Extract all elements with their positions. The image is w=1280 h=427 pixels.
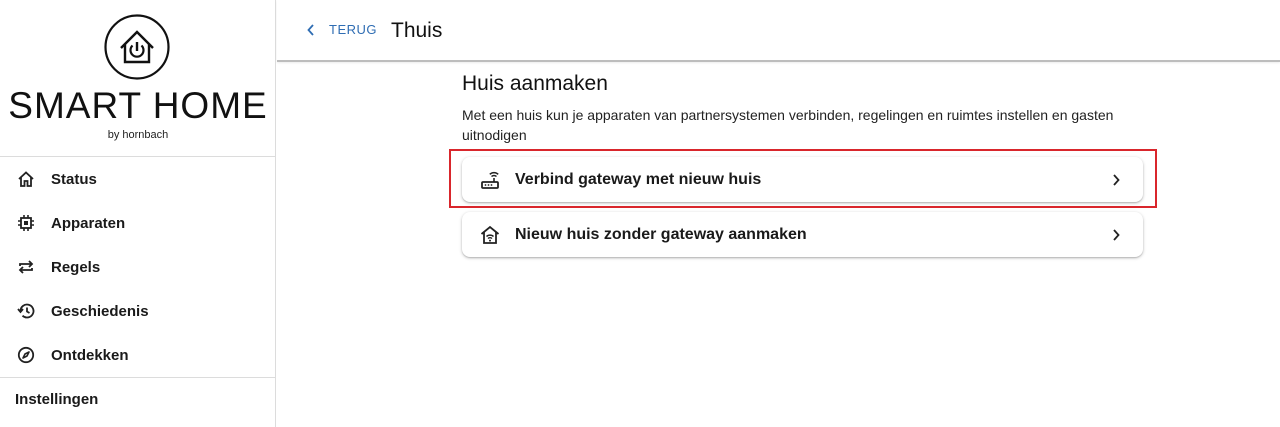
sidebar-item-label: Apparaten: [51, 214, 126, 232]
sidebar-item-label: Status: [51, 170, 97, 188]
sidebar-item-instellingen[interactable]: Instellingen: [15, 391, 98, 408]
sidebar-item-label: Ontdekken: [51, 346, 129, 364]
sidebar-item-label: Regels: [51, 258, 101, 276]
chevron-left-icon: [307, 23, 314, 36]
section-title: Huis aanmaken: [462, 72, 608, 95]
sidebar-item-status[interactable]: Status: [0, 157, 276, 201]
option-label: Verbind gateway met nieuw huis: [515, 170, 762, 188]
sidebar-item-label: Geschiedenis: [51, 302, 149, 320]
compass-icon: [16, 345, 36, 365]
sidebar-nav: Status Apparaten Regels Geschiedenis Ont…: [0, 157, 276, 377]
sidebar-item-apparaten[interactable]: Apparaten: [0, 201, 276, 245]
logo-subtitle: by hornbach: [107, 129, 169, 141]
chip-icon: [16, 213, 36, 233]
new-house-without-gateway-option[interactable]: Nieuw huis zonder gateway aanmaken: [462, 212, 1143, 257]
sidebar-item-regels[interactable]: Regels: [0, 245, 276, 289]
sidebar-item-geschiedenis[interactable]: Geschiedenis: [0, 289, 276, 333]
home-icon: [16, 169, 36, 189]
sidebar-divider: [0, 377, 276, 378]
option-label: Nieuw huis zonder gateway aanmaken: [515, 225, 807, 243]
sidebar-item-ontdekken[interactable]: Ontdekken: [0, 333, 276, 377]
house-wifi-icon: [479, 224, 501, 246]
house-logo-icon: [104, 14, 170, 80]
router-icon: [479, 169, 501, 191]
connect-gateway-option[interactable]: Verbind gateway met nieuw huis: [462, 157, 1143, 202]
chevron-right-icon: [1113, 173, 1120, 186]
repeat-icon: [16, 257, 36, 277]
chevron-right-icon: [1113, 228, 1120, 241]
back-button[interactable]: TERUG: [306, 22, 377, 37]
back-label: TERUG: [329, 22, 377, 37]
logo-title: SMART HOME: [8, 85, 268, 126]
sidebar: SMART HOME by hornbach Status Apparaten …: [0, 0, 276, 427]
page-title: Thuis: [391, 19, 443, 42]
history-icon: [16, 301, 36, 321]
app-logo[interactable]: SMART HOME by hornbach: [0, 0, 276, 157]
section-description: Met een huis kun je apparaten van partne…: [462, 107, 1114, 143]
